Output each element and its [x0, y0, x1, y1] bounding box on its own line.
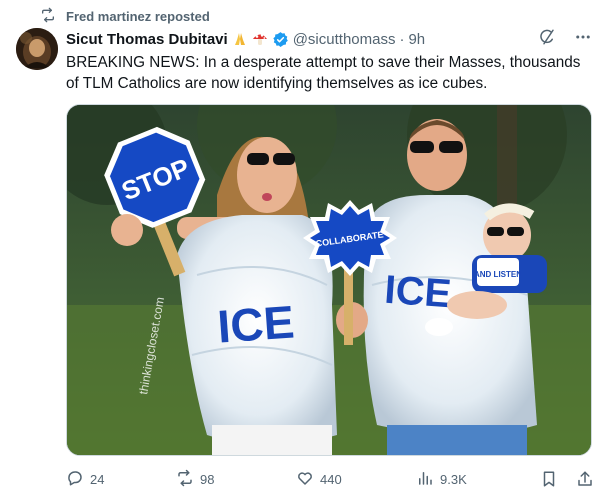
tweet-text: BREAKING NEWS: In a desperate attempt to… — [66, 54, 581, 92]
praying-hands-emoji — [232, 31, 248, 47]
share-icon — [578, 471, 592, 486]
repost-icon — [40, 7, 56, 26]
author-name[interactable]: Sicut Thomas Dubitavi — [66, 31, 228, 48]
grok-icon[interactable] — [538, 28, 556, 50]
avatar[interactable] — [16, 28, 58, 70]
share-button[interactable] — [576, 470, 594, 488]
like-count: 440 — [320, 471, 342, 487]
more-options-icon[interactable] — [574, 28, 592, 50]
author-handle[interactable]: @sicutthomass — [293, 31, 396, 48]
repost-action-icon — [176, 469, 194, 490]
repost-button[interactable]: 98 — [176, 469, 296, 490]
verified-badge-icon — [272, 31, 289, 48]
views-chart-icon — [416, 469, 434, 490]
tweet-header: Sicut Thomas Dubitavi @sicutthomass · 9h — [66, 28, 592, 50]
repost-label: Fred martinez reposted — [66, 8, 210, 24]
costume-text-man: ICE — [383, 268, 453, 317]
reply-button[interactable]: 24 — [66, 469, 176, 490]
repost-count: 98 — [200, 471, 215, 487]
separator-dot: · — [399, 30, 405, 48]
heart-icon — [296, 469, 314, 490]
action-bar: 24 98 440 9.3K — [66, 466, 594, 492]
post-time[interactable]: 9h — [408, 31, 425, 48]
tweet-photo[interactable]: ICE STOP ICE AND LISTEN COLLABORATE thin… — [66, 104, 592, 456]
views-count: 9.3K — [440, 471, 467, 487]
bookmark-icon — [543, 471, 555, 487]
repost-indicator[interactable]: Fred martinez reposted — [40, 6, 210, 26]
baby-tag-text: AND LISTEN — [474, 270, 522, 279]
reply-icon — [66, 469, 84, 490]
like-button[interactable]: 440 — [296, 469, 416, 490]
mushroom-emoji — [252, 31, 268, 47]
costume-text-woman: ICE — [216, 295, 296, 352]
reply-count: 24 — [90, 471, 105, 487]
views-button[interactable]: 9.3K — [416, 469, 526, 490]
bookmark-button[interactable] — [540, 470, 558, 488]
